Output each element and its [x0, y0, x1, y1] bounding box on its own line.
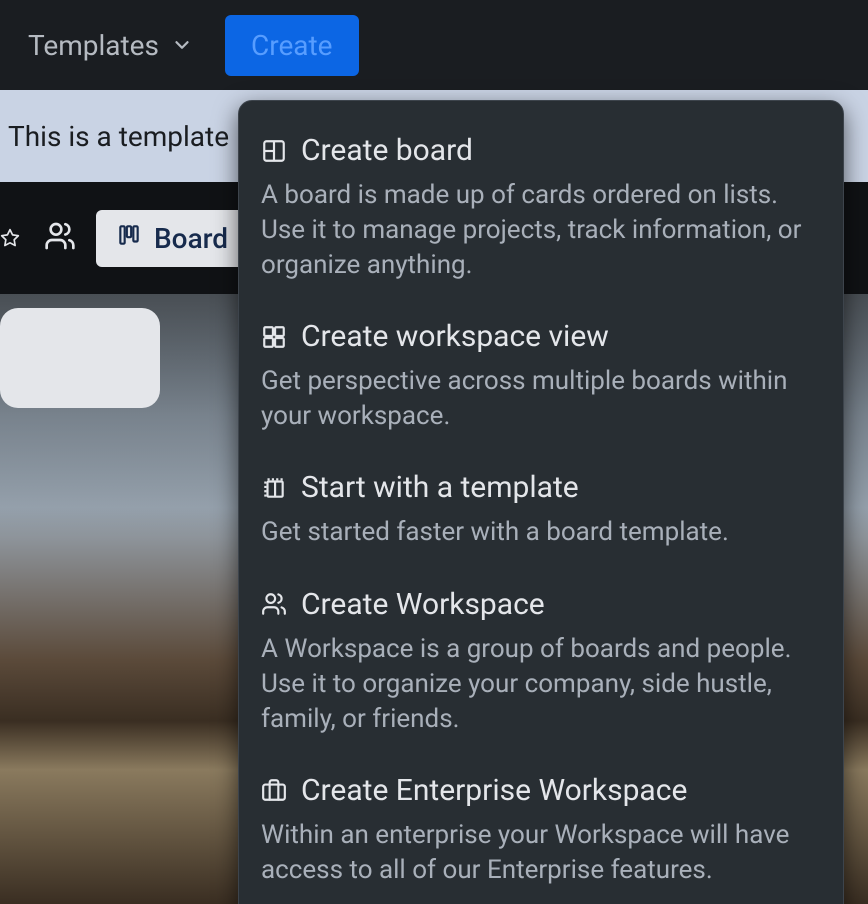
chevron-down-icon	[171, 34, 193, 56]
template-icon	[261, 475, 287, 501]
briefcase-icon	[261, 777, 287, 803]
list-placeholder[interactable]	[0, 308, 160, 408]
board-view-tab[interactable]: Board	[96, 210, 248, 267]
grid-icon	[261, 324, 287, 350]
create-enterprise-workspace-option[interactable]: Create Enterprise Workspace Within an en…	[261, 757, 821, 896]
menu-item-description: A board is made up of cards ordered on l…	[261, 178, 821, 283]
menu-item-title: Create board	[301, 133, 473, 168]
board-tab-label: Board	[154, 222, 228, 255]
board-icon	[261, 138, 287, 164]
create-button-label: Create	[251, 29, 333, 62]
menu-item-title: Start with a template	[301, 470, 579, 505]
menu-item-title: Create Enterprise Workspace	[301, 773, 687, 808]
template-banner-text: This is a template	[8, 120, 229, 153]
toolbar-icons	[0, 220, 76, 256]
create-workspace-option[interactable]: Create Workspace A Workspace is a group …	[261, 571, 821, 757]
create-board-option[interactable]: Create board A board is made up of cards…	[261, 121, 821, 303]
people-icon[interactable]	[44, 220, 76, 256]
menu-item-title: Create Workspace	[301, 587, 545, 622]
menu-item-title: Create workspace view	[301, 319, 609, 354]
create-button[interactable]: Create	[225, 15, 359, 76]
templates-dropdown-button[interactable]: Templates	[16, 21, 205, 70]
top-nav-bar: Templates Create	[0, 0, 868, 90]
menu-item-description: A Workspace is a group of boards and peo…	[261, 632, 821, 737]
board-icon	[116, 222, 142, 255]
star-icon[interactable]	[0, 224, 20, 252]
menu-item-description: Within an enterprise your Workspace will…	[261, 818, 821, 888]
create-menu: Create board A board is made up of cards…	[238, 100, 844, 904]
people-icon	[261, 591, 287, 617]
start-template-option[interactable]: Start with a template Get started faster…	[261, 454, 821, 570]
create-workspace-view-option[interactable]: Create workspace view Get perspective ac…	[261, 303, 821, 454]
templates-label: Templates	[28, 29, 159, 62]
menu-item-description: Get started faster with a board template…	[261, 515, 821, 550]
menu-item-description: Get perspective across multiple boards w…	[261, 364, 821, 434]
